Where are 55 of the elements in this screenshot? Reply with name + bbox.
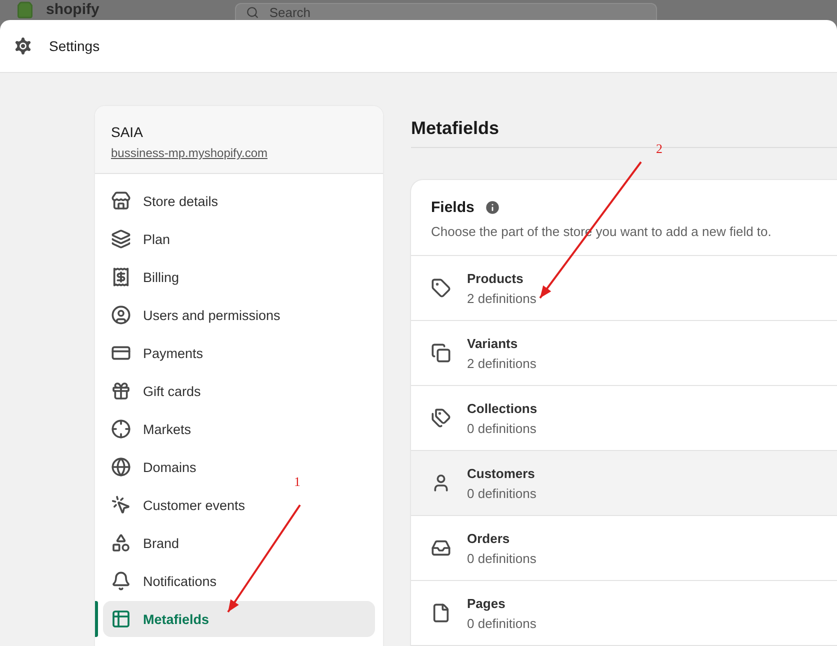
tags-icon: [431, 408, 451, 428]
definition-count: 0 definitions: [467, 420, 538, 436]
resource-name: Collections: [467, 400, 538, 416]
tag-icon: [431, 278, 451, 298]
sidebar-item[interactable]: Store details: [103, 183, 226, 219]
copy-icon: [431, 343, 451, 363]
resource-row[interactable]: Customers 0 definitions: [411, 451, 837, 516]
bell-icon: [111, 571, 131, 591]
sidebar-item[interactable]: Users and permissions: [103, 297, 288, 333]
sidebar-item[interactable]: Brand: [103, 525, 188, 561]
sidebar-item[interactable]: Payments: [103, 335, 212, 371]
settings-icon: [12, 35, 34, 57]
resource-name: Orders: [467, 530, 511, 546]
sidebar-item[interactable]: Customer events: [103, 487, 254, 523]
definition-count: 2 definitions: [467, 356, 536, 370]
inbox-icon: [431, 538, 451, 558]
globe-icon: [111, 457, 131, 477]
definition-count: 0 definitions: [467, 616, 536, 630]
selection-indicator: [95, 601, 98, 637]
sidebar-item[interactable]: Notifications: [103, 563, 225, 599]
sidebar-item[interactable]: Markets: [103, 411, 200, 447]
store-name: SAIA: [111, 124, 144, 140]
blocks-icon: [111, 229, 131, 249]
shopping-bag-icon: [16, 1, 34, 19]
sidebar-item[interactable]: Gift cards: [103, 373, 209, 409]
resource-name: Pages: [467, 596, 506, 610]
file-icon: [431, 603, 451, 623]
definition-count: 0 definitions: [467, 486, 536, 500]
definition-count: 2 definitions: [467, 290, 536, 306]
receipt-icon: [111, 267, 131, 287]
cursor-click-icon: [111, 495, 131, 515]
resource-name: Variants: [467, 336, 519, 350]
crosshair-icon: [111, 419, 131, 439]
annotation-number: 2: [656, 141, 662, 157]
shapes-icon: [111, 533, 131, 553]
window-title: Settings: [49, 38, 100, 54]
store-domain-link[interactable]: bussiness-mp.myshopify.com: [111, 146, 268, 160]
user-circle-icon: [111, 305, 131, 325]
page-title: Metafields: [411, 118, 500, 139]
search-icon: [246, 6, 260, 19]
annotation-number: 1: [294, 474, 300, 490]
search-input[interactable]: Search: [267, 4, 472, 21]
storefront-icon: [111, 191, 131, 211]
search-field[interactable]: Search: [235, 2, 658, 22]
sidebar-item[interactable]: Domains: [103, 449, 204, 485]
info-icon[interactable]: [484, 199, 502, 216]
table-icon: [111, 609, 131, 629]
logo-text: shopify: [46, 1, 100, 19]
definition-count: 0 definitions: [467, 550, 536, 566]
resource-name: Customers: [467, 466, 536, 480]
gift-icon: [111, 381, 131, 401]
resource-name: Products: [467, 270, 524, 286]
sidebar-item[interactable]: Plan: [103, 221, 178, 257]
card-title: Fields: [431, 199, 474, 216]
sidebar-item[interactable]: Billing: [103, 259, 188, 295]
